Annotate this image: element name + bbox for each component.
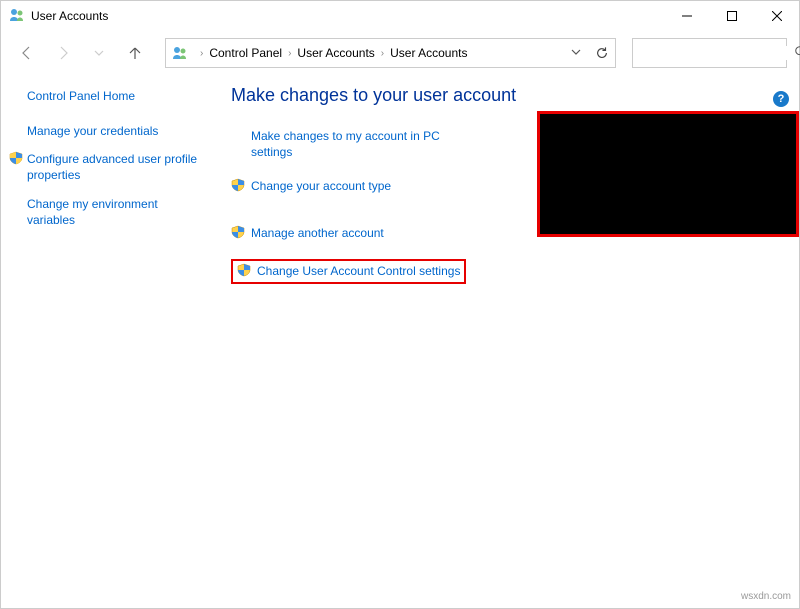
search-box[interactable]: [632, 38, 787, 68]
sidebar-link-label: Manage your credentials: [27, 123, 158, 139]
task-label: Change your account type: [251, 178, 391, 194]
sidebar: Control Panel Home Manage your credentia…: [1, 85, 211, 284]
task-label: Make changes to my account in PC setting…: [251, 128, 451, 160]
shield-icon: [231, 225, 245, 243]
chevron-right-icon[interactable]: ›: [194, 48, 209, 59]
breadcrumb-control-panel[interactable]: Control Panel: [209, 46, 282, 60]
user-accounts-icon: [9, 7, 25, 26]
task-label: Change User Account Control settings: [257, 264, 460, 278]
breadcrumb-user-accounts-category[interactable]: User Accounts: [297, 46, 374, 60]
window-title: User Accounts: [31, 9, 664, 23]
address-bar[interactable]: › Control Panel › User Accounts › User A…: [165, 38, 616, 68]
sidebar-link-configure-profile[interactable]: Configure advanced user profile properti…: [27, 151, 201, 183]
page-heading: Make changes to your user account: [231, 85, 783, 106]
user-accounts-icon: [172, 45, 188, 61]
maximize-button[interactable]: [709, 1, 754, 31]
task-label: Manage another account: [251, 225, 384, 241]
main-panel: Make changes to your user account Make c…: [211, 85, 799, 284]
content-area: Control Panel Home Manage your credentia…: [1, 71, 799, 284]
minimize-button[interactable]: [664, 1, 709, 31]
titlebar: User Accounts: [1, 1, 799, 31]
account-preview-redacted: [537, 111, 799, 237]
chevron-right-icon[interactable]: ›: [282, 48, 297, 59]
sidebar-link-environment-variables[interactable]: Change my environment variables: [27, 196, 201, 228]
navigation-bar: › Control Panel › User Accounts › User A…: [1, 35, 799, 71]
sidebar-link-label: Configure advanced user profile properti…: [27, 151, 201, 183]
search-icon: [794, 45, 800, 62]
refresh-button[interactable]: [595, 46, 609, 60]
close-button[interactable]: [754, 1, 799, 31]
forward-button[interactable]: [49, 39, 77, 67]
watermark: wsxdn.com: [741, 591, 791, 602]
control-panel-home-link[interactable]: Control Panel Home: [27, 89, 201, 103]
shield-icon: [231, 178, 245, 196]
chevron-right-icon[interactable]: ›: [375, 48, 390, 59]
shield-icon: [237, 263, 251, 280]
shield-icon: [9, 151, 23, 169]
sidebar-link-manage-credentials[interactable]: Manage your credentials: [27, 123, 201, 139]
recent-locations-dropdown[interactable]: [85, 39, 113, 67]
search-input[interactable]: [639, 46, 794, 60]
address-history-dropdown[interactable]: [567, 47, 585, 60]
window-controls: [664, 1, 799, 31]
back-button[interactable]: [13, 39, 41, 67]
task-change-uac-settings[interactable]: Change User Account Control settings: [231, 259, 466, 284]
up-button[interactable]: [121, 39, 149, 67]
sidebar-link-label: Change my environment variables: [27, 196, 201, 228]
breadcrumb-user-accounts-page[interactable]: User Accounts: [390, 46, 467, 60]
